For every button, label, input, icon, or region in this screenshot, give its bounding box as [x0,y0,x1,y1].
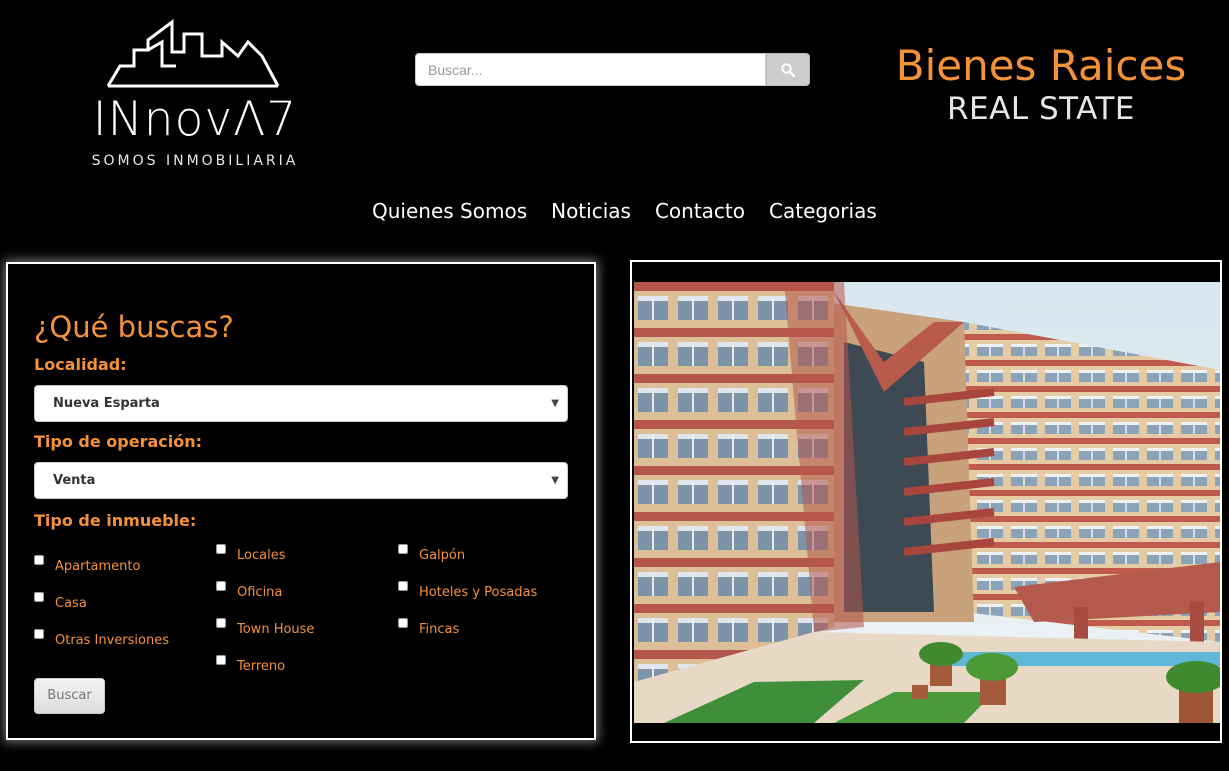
checkbox-label: Terreno [237,659,286,674]
checkbox[interactable] [216,655,226,665]
checkbox-apartamento: Apartamento [34,555,140,574]
logo-wordmark: INnovΛ7 [92,92,298,147]
checkbox-town-house: Town House [216,618,314,637]
checkbox-galpon: Galpón [398,544,465,563]
city-skyline-logo-icon [106,19,280,88]
nav-quienes-somos[interactable]: Quienes Somos [372,196,527,226]
search-submit-button[interactable]: Buscar [34,678,105,714]
nav-noticias[interactable]: Noticias [551,196,631,226]
search-input[interactable] [415,53,766,86]
checkbox-label: Apartamento [55,559,141,574]
checkbox-locales: Locales [216,544,285,563]
checkbox-label: Locales [237,548,286,563]
checkbox-fincas: Fincas [398,618,459,637]
nav-categorias[interactable]: Categorias [769,196,877,226]
checkbox-otras-inversiones: Otras Inversiones [34,629,169,648]
checkbox[interactable] [398,581,408,591]
inmueble-label: Tipo de inmueble: [34,511,197,530]
checkbox-oficina: Oficina [216,581,282,600]
checkbox-hoteles-posadas: Hoteles y Posadas [398,581,537,600]
checkbox[interactable] [398,618,408,628]
main-nav: Quienes Somos Noticias Contacto Categori… [360,196,889,226]
checkbox[interactable] [34,592,44,602]
brand-heading: Bienes Raices REAL STATE [880,40,1202,126]
search-icon [781,62,795,77]
featured-photo-frame [630,260,1222,743]
checkbox[interactable] [34,555,44,565]
operacion-select[interactable]: Venta ▼ [34,462,568,499]
checkbox[interactable] [216,581,226,591]
localidad-select[interactable]: Nueva Esparta ▼ [34,385,568,422]
operacion-label: Tipo de operación: [34,432,203,451]
localidad-label: Localidad: [34,355,127,374]
checkbox-label: Galpón [419,548,466,563]
checkbox[interactable] [216,618,226,628]
checkbox-label: Fincas [419,622,460,637]
checkbox[interactable] [398,544,408,554]
search-button[interactable] [766,53,810,86]
property-search-panel: ¿Qué buscas? Localidad: Nueva Esparta ▼ … [6,262,596,740]
checkbox-terreno: Terreno [216,655,285,674]
chevron-down-icon: ▼ [551,475,559,486]
checkbox[interactable] [216,544,226,554]
localidad-value: Nueva Esparta [53,396,160,411]
apartment-building-photo [634,282,1220,723]
nav-contacto[interactable]: Contacto [655,196,745,226]
checkbox-label: Town House [237,622,315,637]
operacion-value: Venta [53,473,96,488]
checkbox-label: Oficina [237,585,283,600]
header-search [415,53,810,86]
checkbox-label: Casa [55,596,87,611]
brand-title: Bienes Raices [895,41,1187,90]
brand-subtitle: REAL STATE [947,91,1135,127]
checkbox-label: Hoteles y Posadas [419,585,538,600]
site-logo[interactable]: INnovΛ7 SOMOS INMOBILIARIA [84,14,306,174]
logo-tagline: SOMOS INMOBILIARIA [91,153,299,169]
checkbox-casa: Casa [34,592,87,611]
checkbox-label: Otras Inversiones [55,633,170,648]
search-form-heading: ¿Qué buscas? [34,310,234,344]
chevron-down-icon: ▼ [551,398,559,409]
checkbox[interactable] [34,629,44,639]
